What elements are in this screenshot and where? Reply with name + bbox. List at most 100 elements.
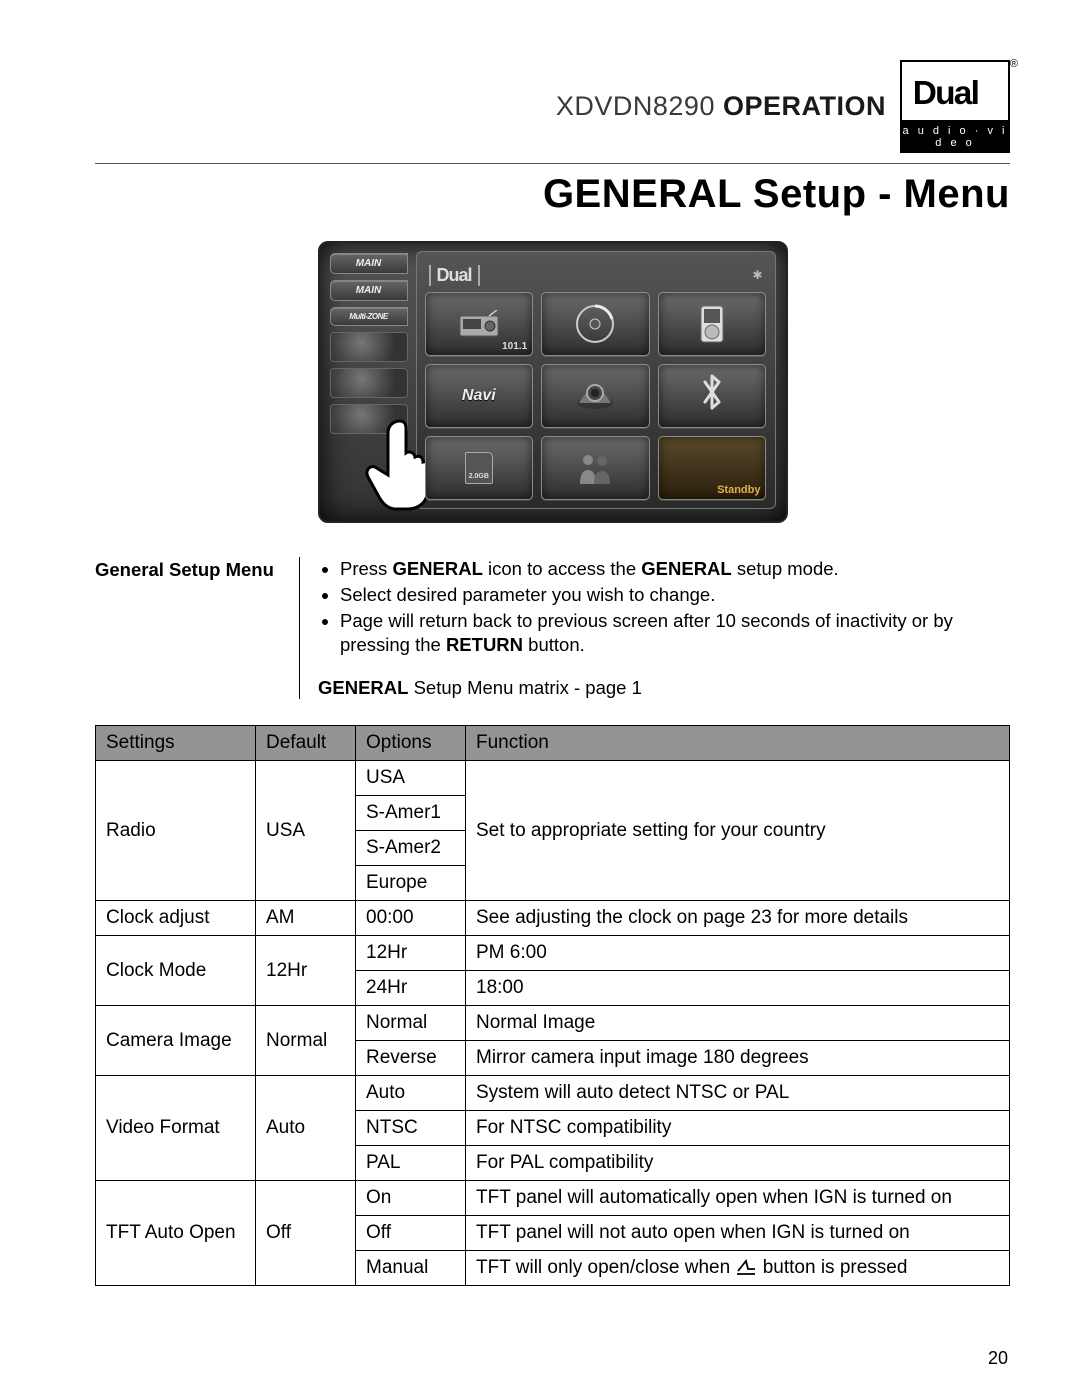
sd-capacity: 2.0GB	[469, 473, 489, 480]
cell-option: 12Hr	[356, 936, 466, 971]
col-header-default: Default	[256, 726, 356, 761]
cell-default-video: Auto	[256, 1076, 356, 1181]
table-row: TFT Auto Open Off On TFT panel will auto…	[96, 1181, 1010, 1216]
cell-option: Auto	[356, 1076, 466, 1111]
cell-option: Europe	[356, 866, 466, 901]
grid-disc[interactable]	[541, 292, 650, 356]
instruction-item-2: Select desired parameter you wish to cha…	[340, 583, 1010, 607]
cell-option: Normal	[356, 1006, 466, 1041]
page-number: 20	[988, 1348, 1008, 1369]
cell-function: System will auto detect NTSC or PAL	[466, 1076, 1010, 1111]
cell-function-tft-manual: TFT will only open/close when button is …	[466, 1251, 1010, 1286]
device-topbar: Dual ✱	[425, 258, 767, 292]
col-header-function: Function	[466, 726, 1010, 761]
cell-default-clockmode: 12Hr	[256, 936, 356, 1006]
settings-matrix-table: Settings Default Options Function Radio …	[95, 725, 1010, 1286]
cell-function: PM 6:00	[466, 936, 1010, 971]
tab-multizone[interactable]: Multi-ZONE	[330, 307, 408, 326]
device-left-tabs: MAIN MAIN Multi-ZONE	[330, 251, 408, 509]
page-title: GENERAL Setup - Menu	[95, 172, 1010, 217]
device-screenshot: MAIN MAIN Multi-ZONE Dual ✱	[95, 241, 1010, 523]
cell-function: 18:00	[466, 971, 1010, 1006]
eject-open-icon	[735, 1258, 757, 1276]
instructions-label: General Setup Menu	[95, 557, 300, 699]
col-header-options: Options	[356, 726, 466, 761]
cell-setting-tft: TFT Auto Open	[96, 1181, 256, 1286]
device-brand: Dual	[429, 265, 480, 286]
radio-freq: 101.1	[502, 341, 527, 352]
navi-label: Navi	[462, 387, 496, 405]
table-header-row: Settings Default Options Function	[96, 726, 1010, 761]
bluetooth-icon	[698, 372, 726, 420]
instruction-item-3: Page will return back to previous screen…	[340, 609, 1010, 657]
cell-function: TFT panel will automatically open when I…	[466, 1181, 1010, 1216]
device-icon-grid: 101.1	[425, 292, 767, 500]
cell-default-radio: USA	[256, 761, 356, 901]
cell-option: S-Amer2	[356, 831, 466, 866]
operation-label: OPERATION	[723, 91, 886, 121]
cell-default-camera: Normal	[256, 1006, 356, 1076]
radio-icon	[459, 310, 499, 338]
cell-setting-clockmode: Clock Mode	[96, 936, 256, 1006]
standby-label: Standby	[717, 484, 760, 496]
cell-setting-clockadjust: Clock adjust	[96, 901, 256, 936]
bluetooth-status-icon: ✱	[752, 268, 762, 282]
side-icon-settings[interactable]	[330, 404, 408, 434]
ipod-icon	[700, 305, 724, 343]
cell-function: For PAL compatibility	[466, 1146, 1010, 1181]
cell-option: 24Hr	[356, 971, 466, 1006]
table-row: Camera Image Normal Normal Normal Image	[96, 1006, 1010, 1041]
grid-aux[interactable]	[541, 436, 650, 500]
table-row: Clock adjust AM 00:00 See adjusting the …	[96, 901, 1010, 936]
cell-option: NTSC	[356, 1111, 466, 1146]
table-row: Clock Mode 12Hr 12Hr PM 6:00	[96, 936, 1010, 971]
model-number: XDVDN8290	[556, 91, 715, 121]
people-icon	[575, 450, 615, 486]
grid-ipod[interactable]	[658, 292, 767, 356]
cell-option: Off	[356, 1216, 466, 1251]
table-row: Video Format Auto Auto System will auto …	[96, 1076, 1010, 1111]
matrix-caption: GENERAL Setup Menu matrix - page 1	[318, 677, 1010, 699]
grid-navi[interactable]: Navi	[425, 364, 534, 428]
cell-function-radio: Set to appropriate setting for your coun…	[466, 761, 1010, 901]
cell-setting-video: Video Format	[96, 1076, 256, 1181]
cell-option: S-Amer1	[356, 796, 466, 831]
grid-bluetooth[interactable]	[658, 364, 767, 428]
cell-function: See adjusting the clock on page 23 for m…	[466, 901, 1010, 936]
grid-radio[interactable]: 101.1	[425, 292, 534, 356]
cell-default-tft: Off	[256, 1181, 356, 1286]
cell-setting-camera: Camera Image	[96, 1006, 256, 1076]
grid-sdcard[interactable]: 2.0GB	[425, 436, 534, 500]
svg-text:Dual: Dual	[913, 75, 978, 112]
disc-icon	[574, 303, 616, 345]
brand-logo-top: Dual	[900, 60, 1010, 122]
instructions-list: Press GENERAL icon to access the GENERAL…	[318, 557, 1010, 657]
instructions-block: General Setup Menu Press GENERAL icon to…	[95, 557, 1010, 699]
tab-main-1[interactable]: MAIN	[330, 253, 408, 274]
side-icon-disc[interactable]	[330, 332, 408, 362]
cell-option: 00:00	[356, 901, 466, 936]
col-header-settings: Settings	[96, 726, 256, 761]
cell-function: Normal Image	[466, 1006, 1010, 1041]
cell-option: USA	[356, 761, 466, 796]
table-row: Radio USA USA Set to appropriate setting…	[96, 761, 1010, 796]
camera-icon	[575, 381, 615, 411]
brand-logo-tag: a u d i o · v i d e o	[900, 122, 1010, 153]
grid-camera[interactable]	[541, 364, 650, 428]
header-model-line: XDVDN8290 OPERATION	[556, 91, 886, 122]
cell-setting-radio: Radio	[96, 761, 256, 901]
cell-option: PAL	[356, 1146, 466, 1181]
device-screen: MAIN MAIN Multi-ZONE Dual ✱	[318, 241, 788, 523]
cell-function: TFT panel will not auto open when IGN is…	[466, 1216, 1010, 1251]
sd-card-icon: 2.0GB	[465, 452, 493, 484]
side-icon-speaker[interactable]	[330, 368, 408, 398]
instruction-item-1: Press GENERAL icon to access the GENERAL…	[340, 557, 1010, 581]
cell-default-clockadjust: AM	[256, 901, 356, 936]
dual-logo-icon: Dual	[910, 69, 1000, 113]
tab-main-2[interactable]: MAIN	[330, 280, 408, 301]
cell-function: For NTSC compatibility	[466, 1111, 1010, 1146]
page-header: XDVDN8290 OPERATION Dual a u d i o · v i…	[95, 60, 1010, 153]
header-rule	[95, 163, 1010, 164]
grid-standby[interactable]: Standby	[658, 436, 767, 500]
cell-option: On	[356, 1181, 466, 1216]
